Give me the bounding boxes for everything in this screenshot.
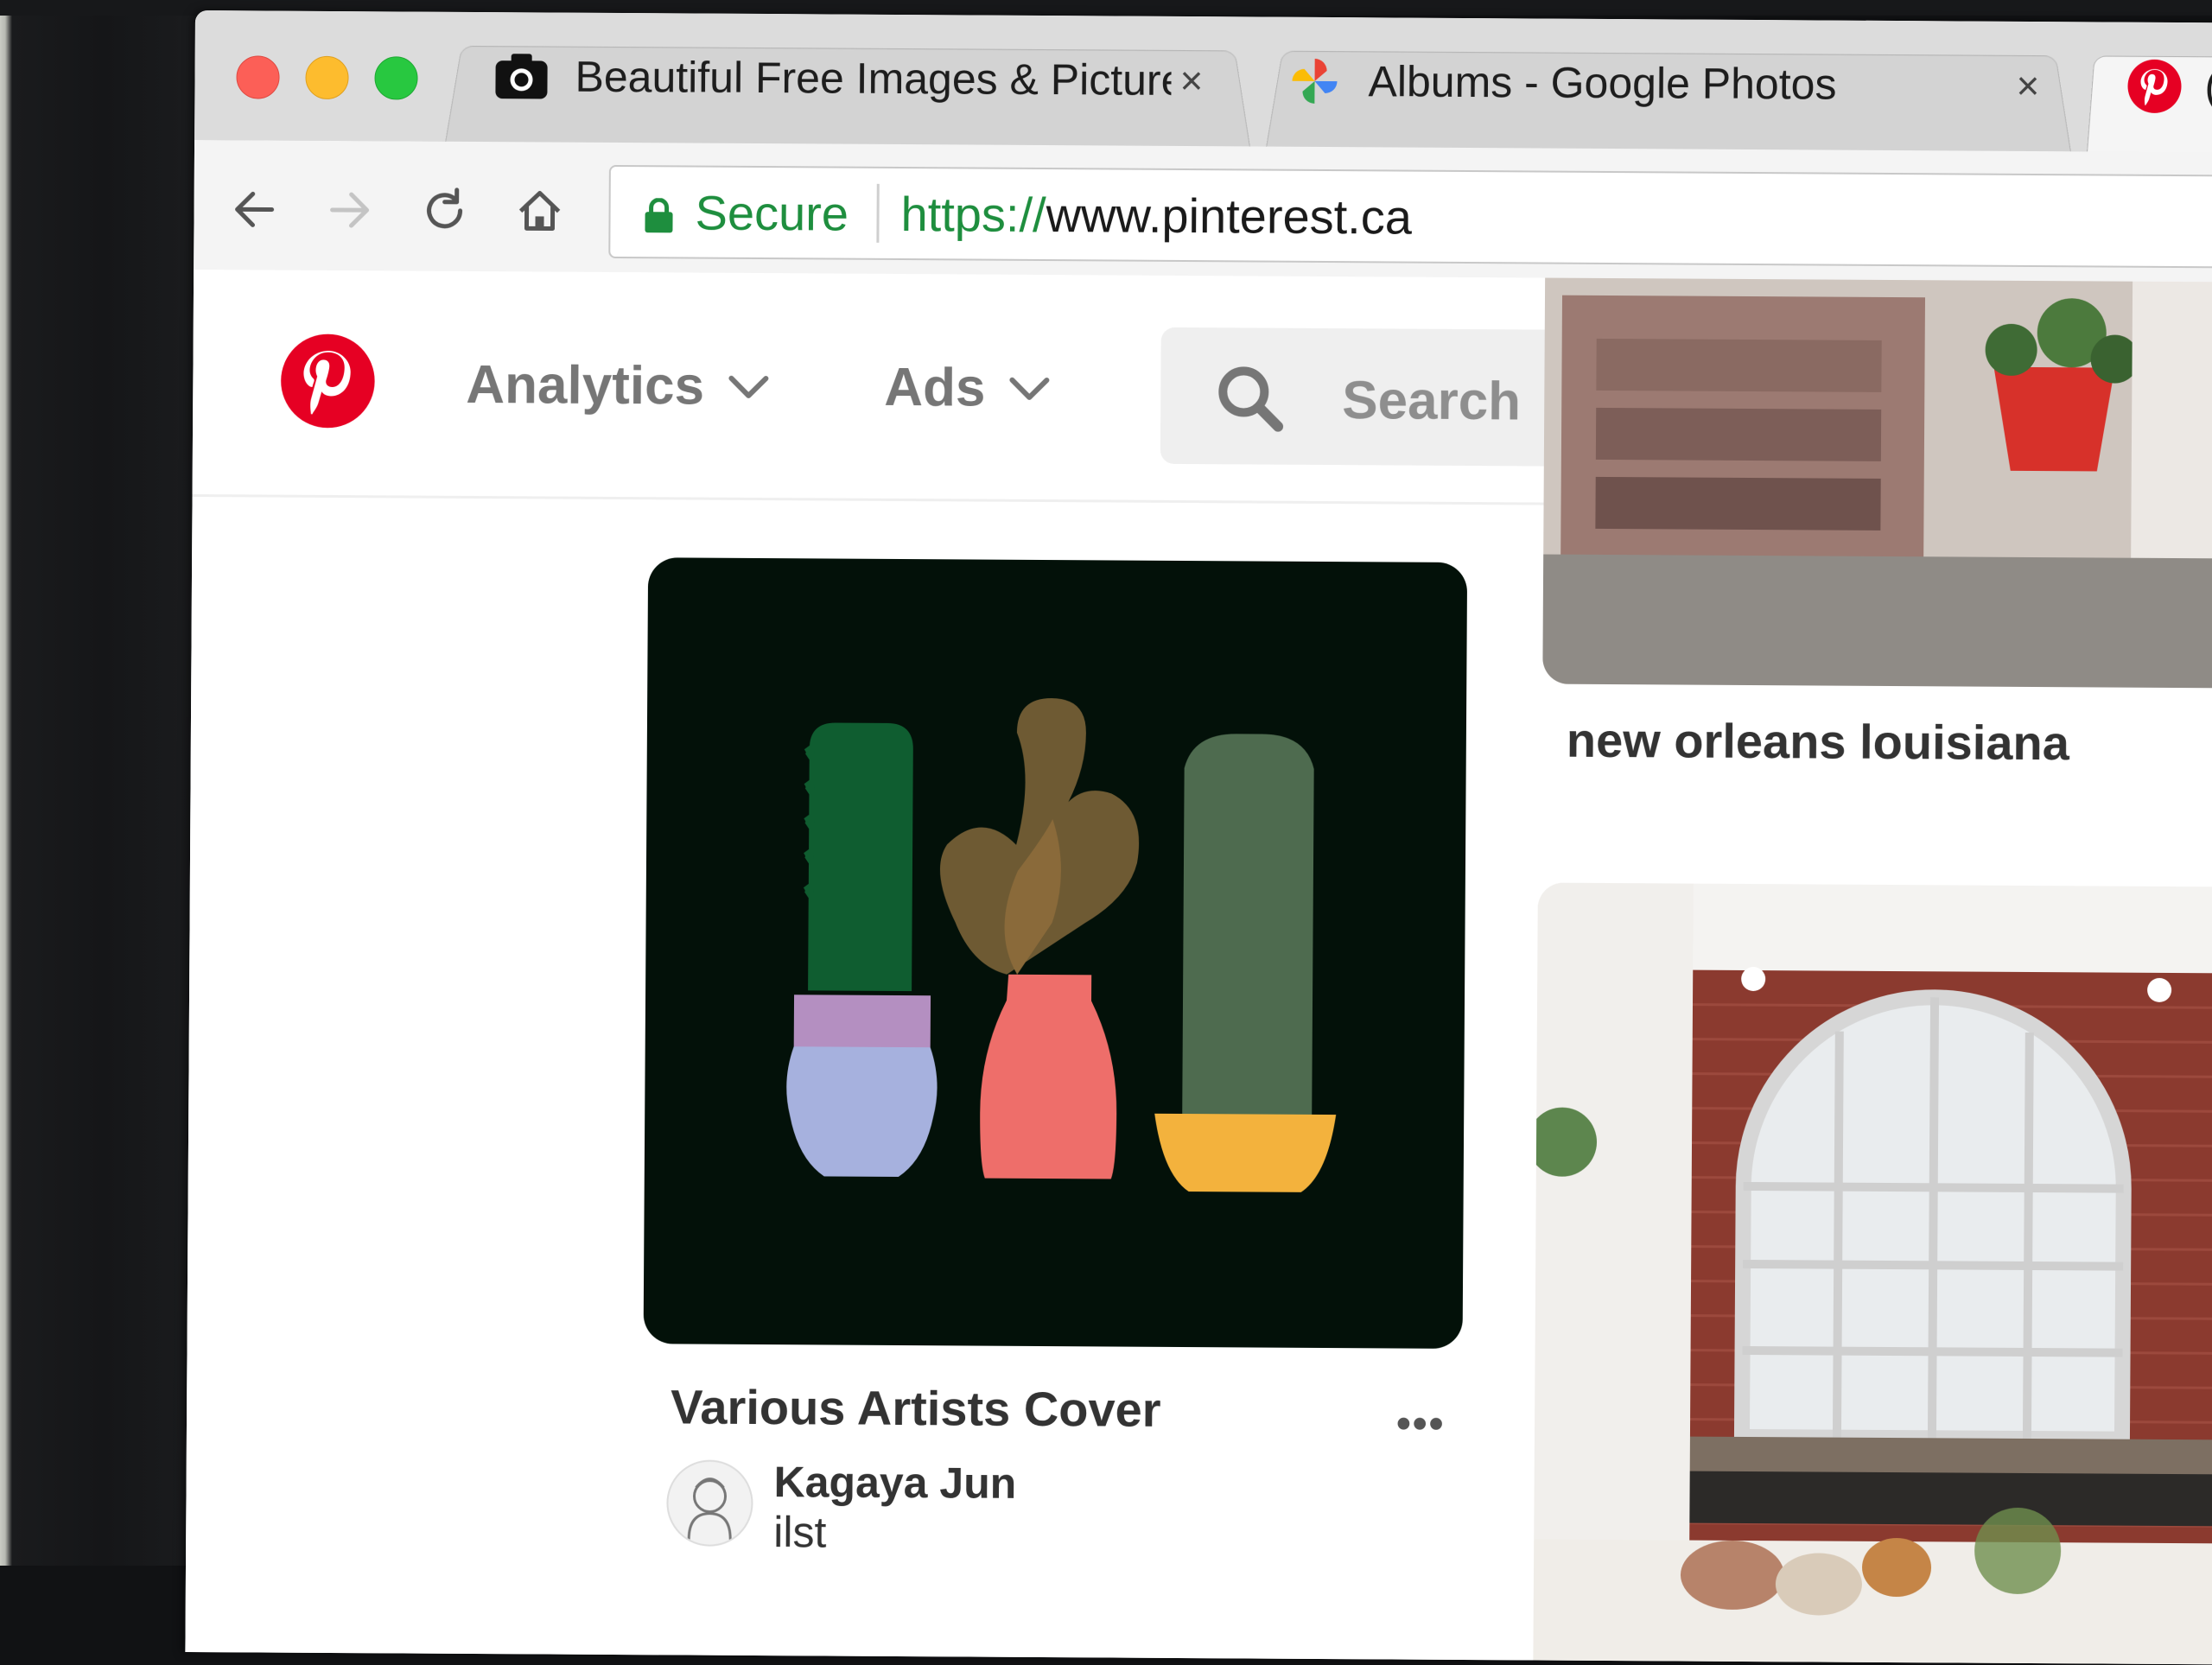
- reload-icon: [427, 187, 463, 229]
- browser-toolbar: Secure https://www.pinterest.ca: [194, 139, 2212, 284]
- nav-analytics-label: Analytics: [466, 354, 705, 416]
- tab-pinterest-content[interactable]: (28: [2126, 52, 2212, 123]
- forward-button[interactable]: [323, 184, 375, 236]
- camera-icon: [493, 52, 549, 100]
- nav-ads-label: Ads: [884, 357, 986, 418]
- tab-title: (28: [2204, 62, 2212, 111]
- more-options-icon[interactable]: •••: [1396, 1401, 1446, 1448]
- browser-window: Beautiful Free Images & Pictures × Album…: [185, 10, 2212, 1665]
- pin-title[interactable]: Various Artists Cover: [671, 1378, 1161, 1437]
- back-arrow-icon: [235, 191, 275, 227]
- back-button[interactable]: [228, 183, 280, 235]
- tab-title: Albums - Google Photos: [1368, 57, 1837, 109]
- pin-title[interactable]: new orleans louisiana: [1567, 712, 2069, 772]
- chevron-down-icon: [728, 375, 769, 398]
- home-button[interactable]: [513, 185, 565, 237]
- pin-image[interactable]: [643, 557, 1468, 1349]
- tab-close-icon[interactable]: ×: [1179, 57, 1203, 104]
- nav-ads[interactable]: Ads: [884, 357, 1052, 419]
- avatar[interactable]: [666, 1459, 753, 1547]
- url-text[interactable]: https://www.pinterest.ca: [900, 186, 1412, 245]
- pinterest-logo[interactable]: [279, 333, 377, 430]
- home-icon: [518, 190, 561, 232]
- chevron-down-icon: [1009, 377, 1050, 400]
- tab-strip: Beautiful Free Images & Pictures × Album…: [194, 10, 2212, 155]
- url-scheme: https://: [900, 186, 1046, 243]
- board-name[interactable]: ilst: [773, 1507, 826, 1557]
- close-window-button[interactable]: [236, 55, 280, 99]
- search-placeholder: Search: [1342, 371, 1522, 432]
- tab-title: Beautiful Free Images & Pictures: [575, 52, 1172, 105]
- secure-label: Secure: [695, 185, 849, 241]
- tab-close-icon[interactable]: ×: [2016, 62, 2039, 109]
- search-icon: [1214, 362, 1287, 440]
- reload-button[interactable]: [418, 185, 470, 237]
- tab-google-photos-content[interactable]: Albums - Google Photos ×: [1288, 47, 2049, 120]
- pinterest-page: Analytics Ads Search Various Artists Cov…: [185, 269, 2212, 1665]
- pin-image-room[interactable]: [1533, 882, 2212, 1665]
- omnibox-divider: [876, 183, 880, 243]
- lock-icon: [643, 197, 674, 237]
- pin-image-stairs[interactable]: [1542, 277, 2212, 689]
- minimize-window-button[interactable]: [305, 55, 349, 100]
- pinwheel-icon: [1288, 55, 1340, 107]
- monitor-bezel: [0, 0, 199, 1566]
- forward-arrow-icon: [330, 192, 370, 228]
- cactus-illustration: [786, 698, 1337, 1192]
- address-bar[interactable]: Secure https://www.pinterest.ca: [608, 164, 2212, 270]
- author-name[interactable]: Kagaya Jun: [773, 1457, 1016, 1509]
- pinterest-icon: [2126, 59, 2182, 114]
- tab-unsplash-content[interactable]: Beautiful Free Images & Pictures ×: [493, 41, 1228, 115]
- url-host: www.pinterest.ca: [1046, 187, 1413, 245]
- zoom-window-button[interactable]: [374, 56, 418, 100]
- nav-analytics[interactable]: Analytics: [466, 354, 770, 417]
